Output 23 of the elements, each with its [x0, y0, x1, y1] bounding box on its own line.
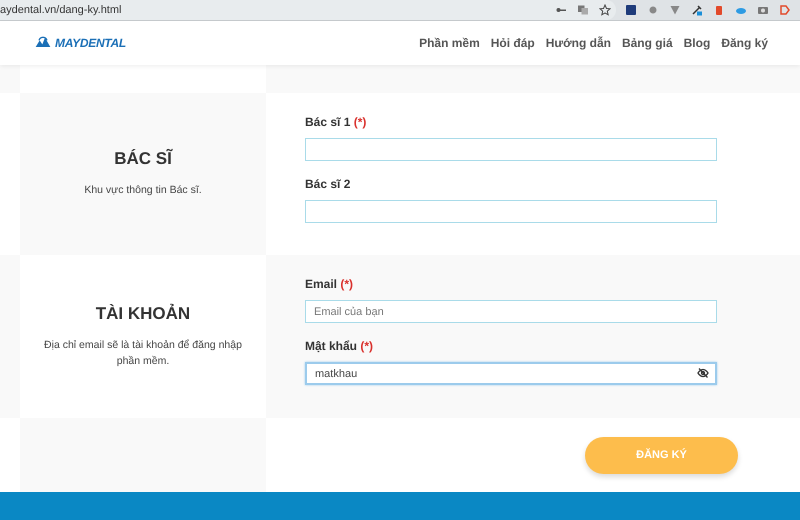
field-label: Mật khẩu (*) [305, 339, 374, 353]
nav-link[interactable]: Blog [684, 36, 710, 50]
nav-link[interactable]: Bảng giá [622, 36, 673, 50]
input-field[interactable]: Email của bạn [305, 300, 717, 323]
input-field[interactable] [305, 138, 717, 161]
section-title: BÁC SĨ [114, 149, 172, 170]
input-field[interactable] [305, 200, 717, 223]
password-field[interactable]: matkhau [305, 362, 717, 385]
field-label: Bác sĩ 2 [305, 177, 352, 191]
field-label: Email (*) [305, 277, 354, 291]
extension-icon[interactable] [625, 4, 637, 16]
eye-slash-icon[interactable] [697, 367, 709, 379]
logo-text[interactable]: MAYDENTAL [55, 36, 126, 50]
nav-link[interactable]: Hướng dẫn [546, 36, 611, 50]
field-label: Bác sĩ 1 (*) [305, 115, 368, 129]
address-bar[interactable]: aydental.vn/dang-ky.html [0, 0, 616, 20]
star-icon[interactable] [599, 4, 611, 16]
section-description: Khu vực thông tin Bác sĩ. [83, 183, 203, 198]
section-description: Địa chỉ email sẽ là tài khoản để đăng nhập phần mềm. [43, 338, 243, 368]
nav-link[interactable]: Đăng ký [721, 36, 768, 50]
nav-link[interactable]: Phần mềm [419, 36, 480, 50]
nav-link[interactable]: Hỏi đáp [490, 36, 535, 50]
section-title: TÀI KHOẢN [96, 304, 190, 324]
